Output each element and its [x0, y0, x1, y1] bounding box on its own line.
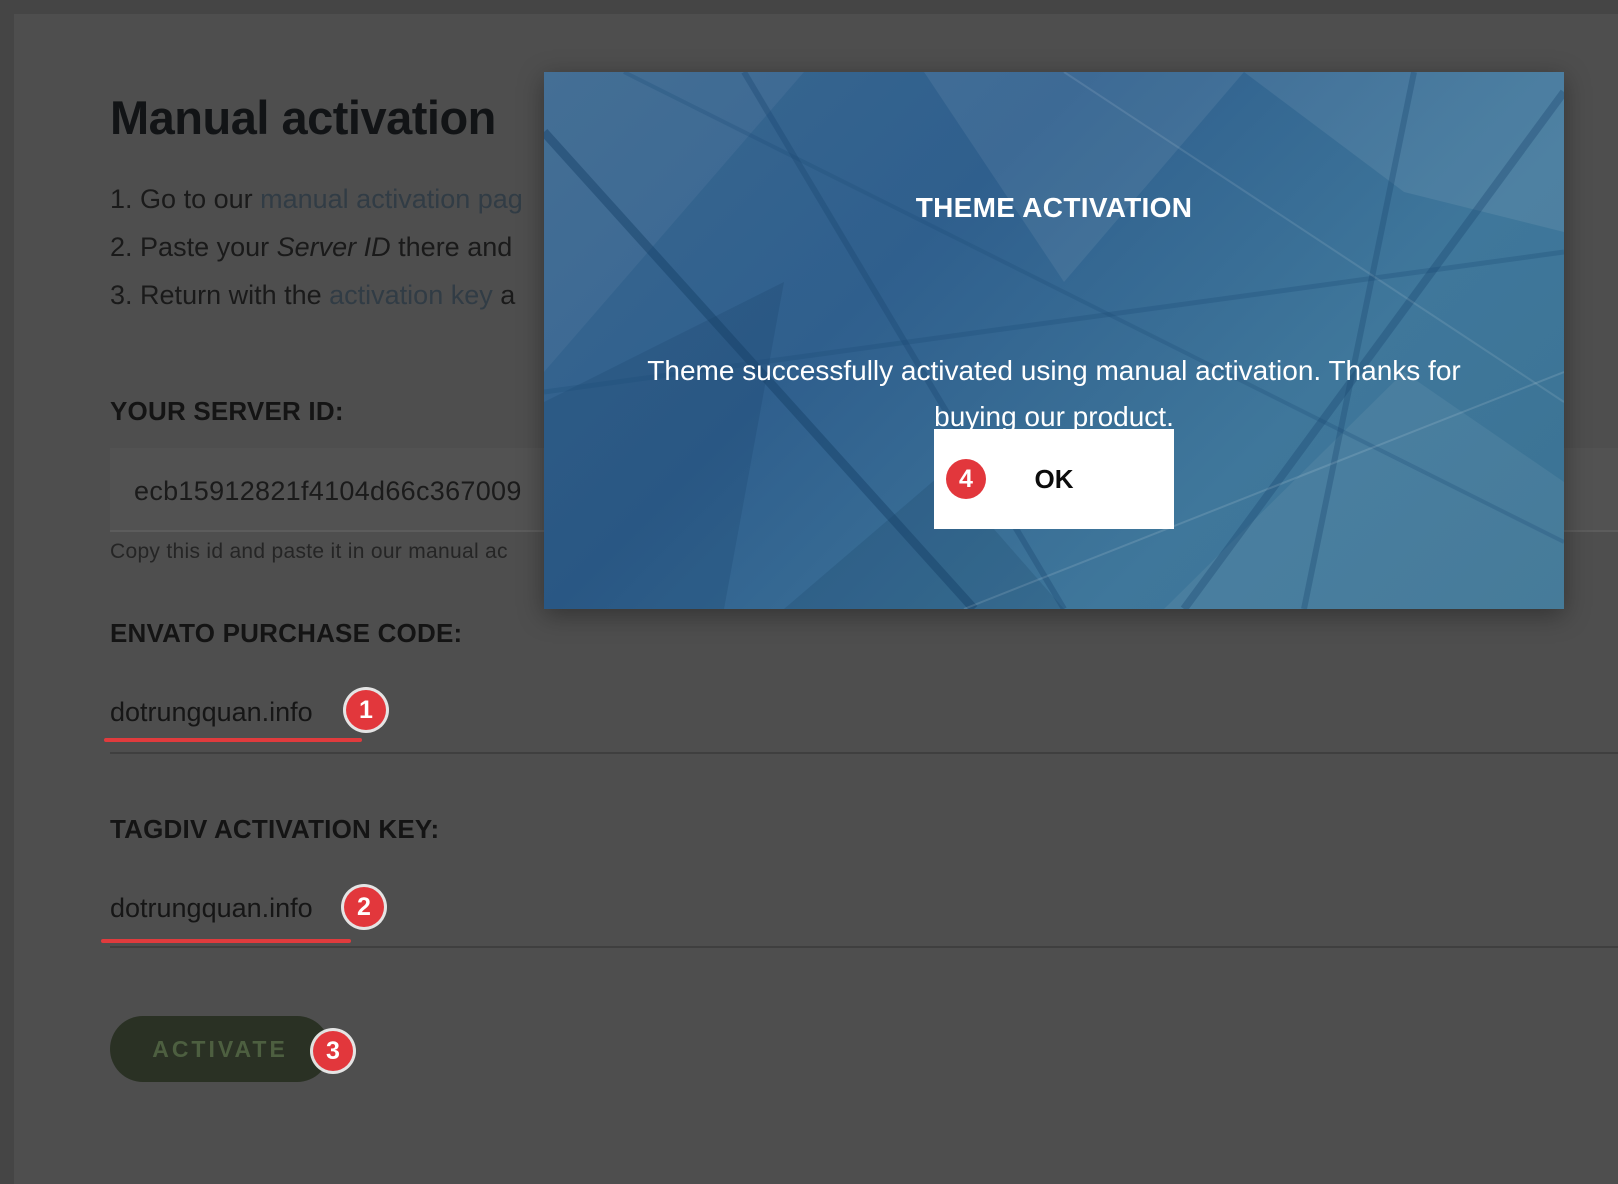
window-left-edge — [0, 0, 14, 1184]
step-number: 3. — [110, 280, 133, 310]
instruction-step-1: 1. Go to our manual activation pag — [110, 184, 523, 215]
instruction-step-3: 3. Return with the activation key a — [110, 280, 515, 311]
step-text: Go to our — [140, 184, 261, 214]
page-title: Manual activation — [110, 91, 496, 144]
step-emphasis: Server ID — [276, 232, 391, 262]
server-id-value[interactable]: ecb15912821f4104d66c367009 — [134, 476, 522, 507]
step-text-after: a — [492, 280, 516, 310]
modal-message: Theme successfully activated using manua… — [647, 355, 1461, 432]
activate-button[interactable]: ACTIVATE — [110, 1016, 330, 1082]
server-id-help-text: Copy this id and paste it in our manual … — [110, 540, 508, 563]
server-id-label: YOUR SERVER ID: — [110, 396, 344, 426]
step-number: 2. — [110, 232, 133, 262]
annotation-badge-3: 3 — [313, 1031, 353, 1071]
envato-input-underline — [110, 752, 1618, 754]
step-number: 1. — [110, 184, 133, 214]
envato-purchase-code-label: ENVATO PURCHASE CODE: — [110, 618, 463, 648]
annotation-badge-2: 2 — [344, 887, 384, 927]
step-text-after: there and — [390, 232, 513, 262]
tagdiv-input-underline — [110, 946, 1618, 948]
step-text: Paste your — [140, 232, 277, 262]
annotation-badge-1: 1 — [346, 690, 386, 730]
instruction-step-2: 2. Paste your Server ID there and — [110, 232, 512, 263]
annotation-underline-1 — [104, 738, 362, 742]
modal-title: THEME ACTIVATION — [915, 192, 1193, 223]
tagdiv-activation-key-input[interactable]: dotrungquan.info — [110, 893, 313, 924]
theme-activation-modal: THEME ACTIVATION Theme successfully acti… — [544, 72, 1564, 609]
manual-activation-page-link[interactable]: manual activation pag — [260, 184, 523, 214]
tagdiv-activation-key-label: TAGDIV ACTIVATION KEY: — [110, 814, 440, 844]
window-top-edge — [0, 0, 1618, 14]
step-text: Return with the — [140, 280, 330, 310]
annotation-underline-2 — [101, 939, 351, 943]
envato-purchase-code-input[interactable]: dotrungquan.info — [110, 697, 313, 728]
activation-key-link[interactable]: activation key — [329, 280, 493, 310]
annotation-badge-4: 4 — [946, 459, 986, 499]
